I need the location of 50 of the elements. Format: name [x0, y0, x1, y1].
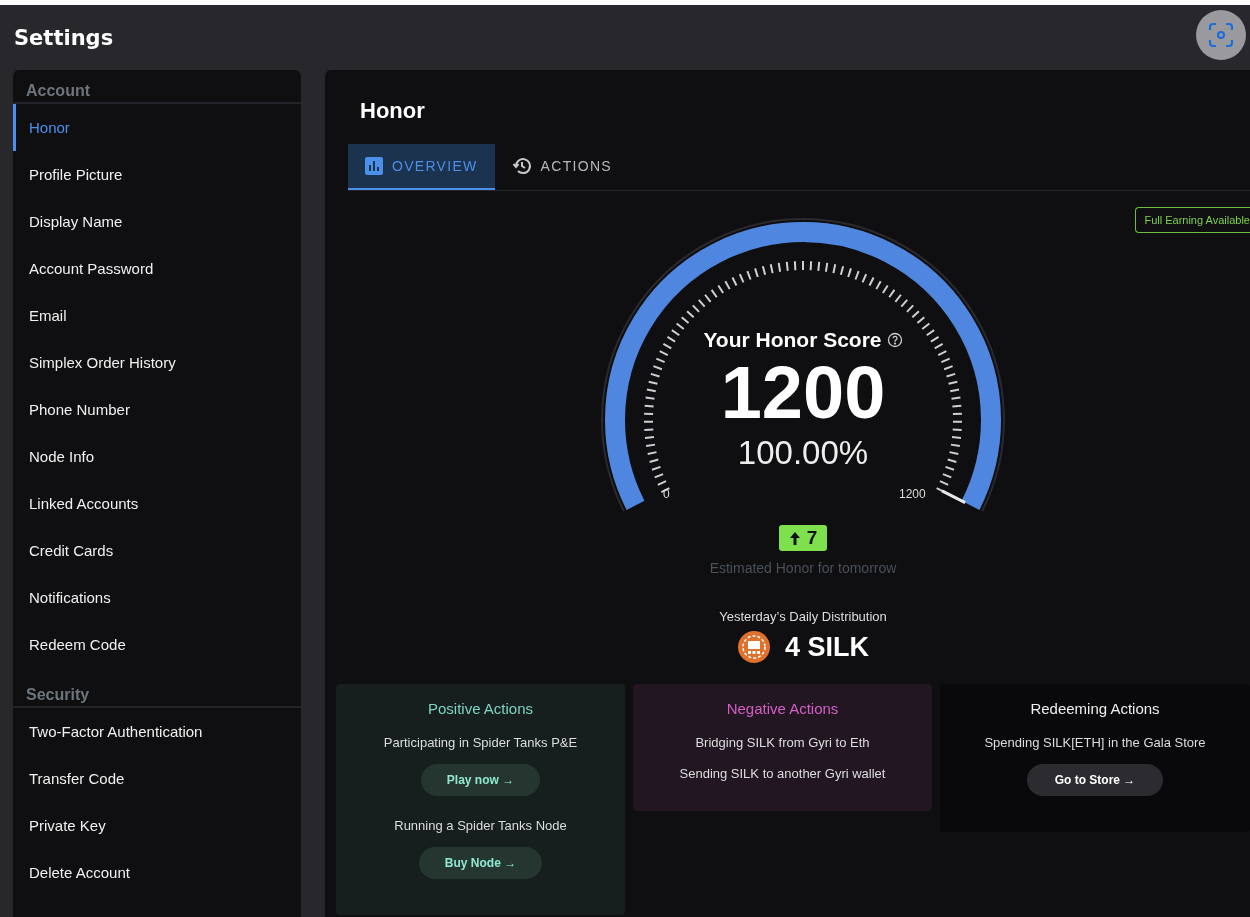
sidebar-item[interactable]: Display Name: [13, 198, 301, 245]
sidebar-item[interactable]: Phone Number: [13, 386, 301, 433]
gauge-max-label: 1200: [899, 487, 926, 501]
sidebar-item[interactable]: Redeem Code: [13, 621, 301, 668]
action-button[interactable]: Play now →: [420, 764, 541, 796]
estimate-caption: Estimated Honor for tomorrow: [709, 560, 897, 576]
token-icon: [737, 630, 771, 664]
action-text: Sending SILK to another Gyri wallet: [679, 766, 886, 781]
sidebar-item[interactable]: Linked Accounts: [13, 480, 301, 527]
viewfinder-icon: [1207, 21, 1235, 49]
tab[interactable]: ACTIONS: [494, 144, 629, 190]
action-text: Bridging SILK from Gyri to Eth: [695, 735, 870, 750]
tab[interactable]: OVERVIEW: [348, 144, 495, 190]
distribution-label: Yesterday’s Daily Distribution: [719, 609, 887, 624]
page-title: Honor: [359, 97, 426, 125]
gauge-title: Your Honor Score: [703, 328, 882, 352]
change-badge: 7: [778, 525, 828, 551]
action-text: Spending SILK[ETH] in the Gala Store: [984, 735, 1206, 750]
card-title: Redeeming Actions: [1030, 700, 1160, 717]
sidebar-item[interactable]: Email: [13, 292, 301, 339]
sidebar-item[interactable]: Delete Account: [13, 849, 301, 896]
help-icon[interactable]: [886, 332, 903, 348]
action-text: Running a Spider Tanks Node: [394, 818, 567, 833]
window-title: Settings: [14, 25, 114, 50]
history-icon: [511, 156, 532, 176]
gauge-min-label: 0: [663, 487, 670, 501]
sidebar-item[interactable]: Node Info: [13, 433, 301, 480]
sidebar-item[interactable]: Transfer Code: [13, 755, 301, 802]
sidebar-item[interactable]: Notifications: [13, 574, 301, 621]
action-button[interactable]: Go to Store →: [1026, 764, 1164, 796]
score-percent: 100.00%: [737, 434, 869, 472]
screenshot-button[interactable]: [1196, 10, 1246, 60]
sidebar-item[interactable]: Two-Factor Authentication: [13, 708, 301, 755]
action-text: Participating in Spider Tanks P&E: [383, 735, 578, 750]
card-title: Negative Actions: [726, 700, 839, 717]
sidebar-item[interactable]: Honor: [13, 104, 301, 151]
sidebar-item[interactable]: Account Password: [13, 245, 301, 292]
sidebar-item[interactable]: Simplex Order History: [13, 339, 301, 386]
status-badge: Full Earning Available: [1135, 207, 1250, 233]
section-heading: Security: [13, 668, 301, 708]
honor-score: 1200: [720, 352, 886, 434]
gauge-needle: [941, 489, 966, 504]
section-heading: Account: [13, 70, 301, 104]
action-button[interactable]: Buy Node →: [418, 847, 543, 879]
sidebar-item[interactable]: Credit Cards: [13, 527, 301, 574]
chart-icon: [365, 157, 383, 175]
card-title: Positive Actions: [427, 700, 534, 717]
distribution-amount: 4 SILK: [785, 631, 869, 663]
sidebar-item[interactable]: Profile Picture: [13, 151, 301, 198]
sidebar-item[interactable]: Private Key: [13, 802, 301, 849]
